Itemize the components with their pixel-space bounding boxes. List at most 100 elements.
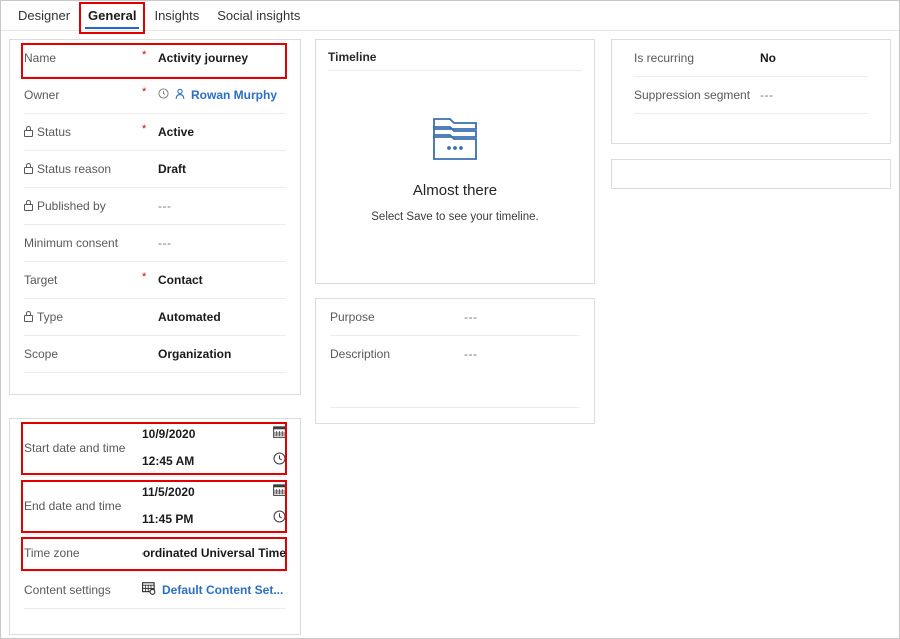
empty-card: [611, 159, 891, 189]
field-value: No: [760, 51, 776, 65]
tab-general[interactable]: General: [79, 1, 146, 34]
timeline-card: Timeline Almost there Select Save to see…: [315, 39, 595, 284]
start-date-value: 10/9/2020: [142, 427, 196, 441]
field-value: Organization: [158, 347, 232, 361]
required-asterisk: *: [142, 48, 147, 61]
tab-insights[interactable]: Insights: [145, 1, 208, 30]
required-asterisk-placeholder: *: [142, 346, 158, 357]
content-settings-icon: [142, 582, 156, 598]
tab-label: Insights: [154, 8, 200, 23]
field-row-end-date-time[interactable]: End date and time 11/5/2020 11:45 PM: [24, 477, 286, 535]
lock-icon: [24, 311, 33, 322]
recurring-rows: Is recurring * No Suppression segment * …: [612, 40, 890, 114]
field-label: Target: [24, 273, 58, 287]
required-asterisk-placeholder: *: [142, 161, 158, 172]
tab-label: General: [88, 8, 137, 23]
field-row-type[interactable]: Type * Automated: [24, 299, 286, 336]
content-settings-link[interactable]: Default Content Set...: [162, 583, 283, 597]
field-label: Type: [24, 310, 142, 324]
field-label: Name: [24, 51, 57, 65]
field-row-status[interactable]: Status * Active: [24, 114, 286, 151]
field-row-time-zone[interactable]: Time zone (GMT) Coordinated Universal Ti…: [24, 535, 286, 572]
field-value: Automated: [158, 310, 221, 324]
purpose-card: Purpose * --- Description * ---: [315, 298, 595, 424]
field-label: Status: [24, 125, 142, 139]
field-value: ---: [464, 347, 478, 361]
recurring-card: Is recurring * No Suppression segment * …: [611, 39, 891, 144]
timeline-empty-title: Almost there: [412, 182, 498, 199]
field-value: Active: [158, 125, 195, 139]
tab-social-insights[interactable]: Social insights: [208, 1, 309, 30]
required-asterisk-placeholder: *: [448, 344, 464, 355]
end-time-value: 11:45 PM: [142, 512, 194, 526]
field-value: ---: [760, 88, 774, 102]
time-zone-value: (GMT) Coordinated Universal Time: [142, 546, 286, 560]
files-folder-icon: [428, 115, 482, 168]
journey-details-card: Name * Activity journey Owner * Rowan Mu…: [9, 39, 301, 395]
required-asterisk-placeholder: *: [142, 198, 158, 209]
field-row-status-reason[interactable]: Status reason * Draft: [24, 151, 286, 188]
person-icon: [174, 88, 186, 103]
field-label: Is recurring: [634, 51, 695, 65]
field-row-minimum-consent[interactable]: Minimum consent * ---: [24, 225, 286, 262]
field-row-target[interactable]: Target * Contact: [24, 262, 286, 299]
content-settings-value-wrap: Default Content Set...: [142, 582, 283, 598]
field-label: Published by: [24, 199, 142, 213]
clock-icon[interactable]: [273, 510, 286, 528]
required-asterisk-placeholder: *: [448, 309, 464, 320]
field-value: Activity journey: [158, 51, 249, 65]
field-row-description[interactable]: Description * ---: [330, 336, 580, 408]
recent-icon: [158, 88, 169, 102]
end-datetime-stack: 11/5/2020 11:45 PM: [142, 483, 286, 528]
journey-details-rows: Name * Activity journey Owner * Rowan Mu…: [10, 40, 300, 373]
start-date-line: 10/9/2020: [142, 425, 286, 443]
field-value: ---: [464, 310, 478, 324]
field-value: ---: [158, 236, 172, 250]
required-asterisk-placeholder: *: [142, 309, 158, 320]
lock-icon: [24, 126, 33, 137]
required-asterisk-placeholder: *: [744, 87, 760, 98]
tab-designer[interactable]: Designer: [9, 1, 79, 30]
required-asterisk: *: [142, 122, 147, 135]
schedule-card: Start date and time 10/9/2020 12:45 AM E…: [9, 418, 301, 635]
start-time-value: 12:45 AM: [142, 454, 195, 468]
field-value: Draft: [158, 162, 187, 176]
end-date-value: 11/5/2020: [142, 485, 195, 499]
field-label: Purpose: [330, 310, 375, 324]
field-row-scope[interactable]: Scope * Organization: [24, 336, 286, 373]
field-row-purpose[interactable]: Purpose * ---: [330, 299, 580, 336]
purpose-rows: Purpose * --- Description * ---: [316, 299, 594, 408]
tab-active-underline: [85, 27, 140, 29]
start-datetime-stack: 10/9/2020 12:45 AM: [142, 425, 286, 470]
timeline-empty-state: Almost there Select Save to see your tim…: [316, 71, 594, 223]
tab-bar: Designer General Insights Social insight…: [1, 1, 899, 34]
field-row-content-settings[interactable]: Content settings Default Content Set...: [24, 572, 286, 609]
end-date-line: 11/5/2020: [142, 483, 286, 501]
field-label: Minimum consent: [24, 236, 119, 250]
field-label: Owner: [24, 88, 60, 102]
field-row-name[interactable]: Name * Activity journey: [24, 40, 286, 77]
required-asterisk-placeholder: *: [142, 235, 158, 246]
calendar-icon[interactable]: [273, 483, 286, 501]
calendar-icon[interactable]: [273, 425, 286, 443]
tab-label: Designer: [18, 8, 71, 23]
field-label: Scope: [24, 347, 59, 361]
timeline-title: Timeline: [328, 50, 377, 64]
field-row-start-date-time[interactable]: Start date and time 10/9/2020 12:45 AM: [24, 419, 286, 477]
tab-label: Social insights: [217, 8, 301, 23]
clock-icon[interactable]: [273, 452, 286, 470]
field-value: Contact: [158, 273, 203, 287]
field-row-suppression-segment[interactable]: Suppression segment * ---: [634, 77, 868, 114]
field-row-owner[interactable]: Owner * Rowan Murphy: [24, 77, 286, 114]
field-row-published-by[interactable]: Published by * ---: [24, 188, 286, 225]
lock-icon: [24, 163, 33, 174]
field-label: Description: [330, 347, 391, 361]
field-value-wrap: Rowan Murphy: [158, 88, 277, 103]
required-asterisk: *: [142, 85, 147, 98]
field-row-is-recurring[interactable]: Is recurring * No: [634, 40, 868, 77]
schedule-rows: Start date and time 10/9/2020 12:45 AM E…: [10, 419, 300, 609]
field-label: Status reason: [24, 162, 142, 176]
timeline-empty-subtitle: Select Save to see your timeline.: [371, 211, 539, 223]
field-label: Start date and time: [24, 440, 126, 455]
field-value: ---: [158, 199, 172, 213]
